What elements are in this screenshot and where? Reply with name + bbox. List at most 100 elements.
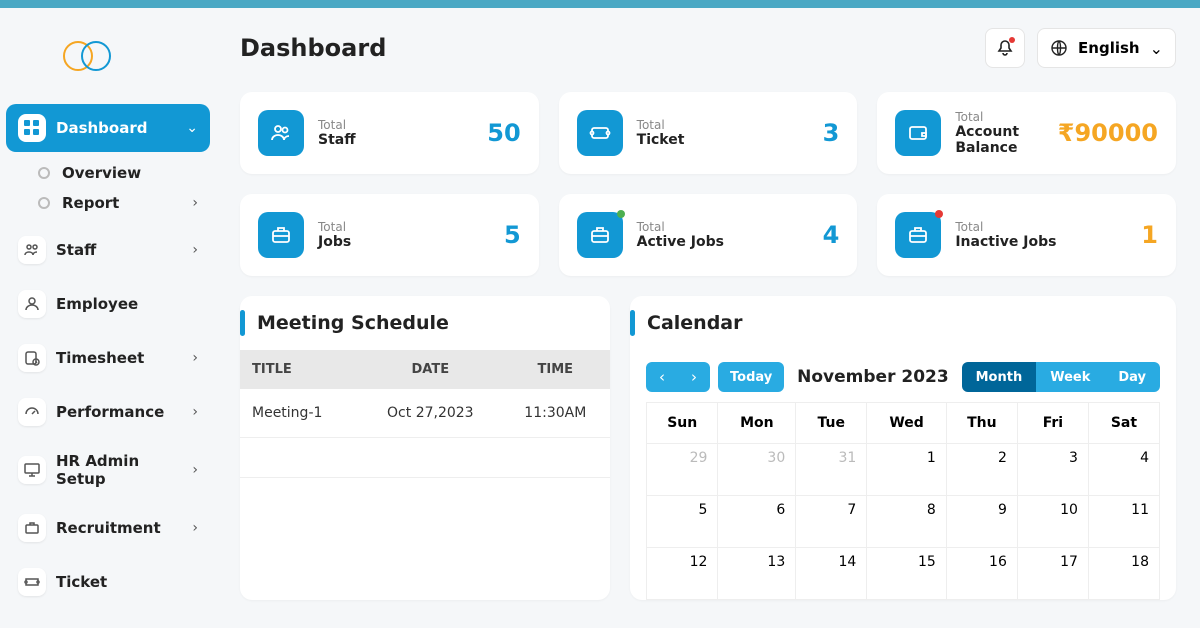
calendar-day-cell[interactable]: 14 [796, 548, 867, 600]
globe-icon [1050, 39, 1068, 57]
calendar-day-cell[interactable]: 15 [867, 548, 947, 600]
cell-title: Meeting-1 [240, 389, 360, 438]
calendar-weekday: Thu [946, 403, 1017, 444]
people-icon [258, 110, 304, 156]
sidebar-item-label: Recruitment [56, 519, 192, 537]
calendar-day-cell[interactable]: 13 [718, 548, 796, 600]
sidebar-item-timesheet[interactable]: Timesheet › [6, 334, 210, 382]
notification-dot [1009, 37, 1015, 43]
stat-value: 3 [823, 119, 840, 147]
panel-heading: Calendar [647, 312, 742, 334]
calendar-next-button[interactable]: › [678, 362, 710, 392]
calendar-day-cell[interactable]: 29 [647, 444, 718, 496]
sidebar-item-label: Performance [56, 403, 192, 421]
stat-label: Ticket [637, 132, 823, 148]
sidebar-item-hr-admin[interactable]: HR Admin Setup › [6, 442, 210, 498]
window-titlebar [0, 0, 1200, 8]
calendar-day-cell[interactable]: 11 [1088, 496, 1159, 548]
stat-small: Total [318, 220, 504, 234]
calendar-month-label: November 2023 [784, 367, 961, 387]
table-row[interactable]: Meeting-1 Oct 27,2023 11:30AM [240, 389, 610, 438]
status-dot-active [617, 210, 625, 218]
chevron-right-icon: › [192, 462, 198, 478]
language-label: English [1078, 39, 1140, 57]
radio-empty-icon [38, 197, 50, 209]
calendar-view-month[interactable]: Month [962, 362, 1037, 392]
cell-date: Oct 27,2023 [360, 389, 501, 438]
calendar-day-cell[interactable]: 2 [946, 444, 1017, 496]
calendar-day-cell[interactable]: 3 [1017, 444, 1088, 496]
calendar-day-cell[interactable]: 9 [946, 496, 1017, 548]
calendar-view-week[interactable]: Week [1036, 362, 1104, 392]
calendar-day-cell[interactable]: 6 [718, 496, 796, 548]
chevron-down-icon: ⌄ [186, 120, 198, 136]
dashboard-icon [18, 114, 46, 142]
sidebar-item-label: Employee [56, 295, 198, 313]
calendar-weekday: Tue [796, 403, 867, 444]
stat-value: 50 [487, 119, 520, 147]
stat-card-balance: TotalAccount Balance ₹90000 [877, 92, 1176, 174]
calendar-day-cell[interactable]: 10 [1017, 496, 1088, 548]
sidebar-item-staff[interactable]: Staff › [6, 226, 210, 274]
sidebar-item-ticket[interactable]: Ticket [6, 558, 210, 606]
stat-label: Inactive Jobs [955, 234, 1141, 250]
employee-icon [18, 290, 46, 318]
calendar-day-cell[interactable]: 5 [647, 496, 718, 548]
calendar-day-cell[interactable]: 8 [867, 496, 947, 548]
sidebar-item-label: Timesheet [56, 349, 192, 367]
calendar-day-cell[interactable]: 18 [1088, 548, 1159, 600]
cell-time: 11:30AM [501, 389, 610, 438]
language-selector[interactable]: English ⌄ [1037, 28, 1176, 68]
briefcase-icon [895, 212, 941, 258]
calendar-day-cell[interactable]: 4 [1088, 444, 1159, 496]
accent-bar [630, 310, 635, 336]
calendar-day-cell[interactable]: 12 [647, 548, 718, 600]
table-row [240, 438, 610, 478]
sidebar-item-recruitment[interactable]: Recruitment › [6, 504, 210, 552]
sidebar-sub-label: Report [62, 194, 192, 212]
stat-small: Total [955, 220, 1141, 234]
calendar-today-button[interactable]: Today [718, 362, 784, 392]
staff-icon [18, 236, 46, 264]
calendar-day-cell[interactable]: 17 [1017, 548, 1088, 600]
calendar-panel: Calendar ‹ › Today November 2023 Month [630, 296, 1176, 600]
timesheet-icon [18, 344, 46, 372]
sidebar-sub-label: Overview [62, 164, 198, 182]
stat-card-active-jobs: TotalActive Jobs 4 [559, 194, 858, 276]
calendar-day-cell[interactable]: 7 [796, 496, 867, 548]
col-title: TITLE [240, 350, 360, 389]
monitor-icon [18, 456, 46, 484]
stat-label: Jobs [318, 234, 504, 250]
stat-small: Total [637, 118, 823, 132]
notifications-button[interactable] [985, 28, 1025, 68]
sidebar-item-employee[interactable]: Employee [6, 280, 210, 328]
briefcase-icon [258, 212, 304, 258]
calendar-weekday: Fri [1017, 403, 1088, 444]
sidebar-item-label: Staff [56, 241, 192, 259]
accent-bar [240, 310, 245, 336]
sidebar-item-dashboard[interactable]: Dashboard ⌄ [6, 104, 210, 152]
stat-value: 4 [823, 221, 840, 249]
sidebar-item-performance[interactable]: Performance › [6, 388, 210, 436]
calendar-grid: SunMonTueWedThuFriSat 293031123456789101… [646, 402, 1160, 600]
calendar-day-cell[interactable]: 1 [867, 444, 947, 496]
calendar-view-day[interactable]: Day [1104, 362, 1160, 392]
main-content: Dashboard English ⌄ TotalStaff 50 TotalT… [216, 8, 1200, 628]
sidebar-item-label: HR Admin Setup [56, 452, 192, 488]
sidebar-item-label: Ticket [56, 573, 198, 591]
stat-value: 1 [1141, 221, 1158, 249]
stat-value: 5 [504, 221, 521, 249]
calendar-prev-button[interactable]: ‹ [646, 362, 678, 392]
calendar-day-cell[interactable]: 16 [946, 548, 1017, 600]
sidebar-sub-overview[interactable]: Overview [26, 158, 210, 188]
wallet-icon [895, 110, 941, 156]
ticket-icon [577, 110, 623, 156]
sidebar-sub-report[interactable]: Report › [26, 188, 210, 218]
calendar-day-cell[interactable]: 30 [718, 444, 796, 496]
calendar-weekday: Sun [647, 403, 718, 444]
ticket-icon [18, 568, 46, 596]
status-dot-inactive [935, 210, 943, 218]
chevron-right-icon: › [192, 242, 198, 258]
stat-label: Account Balance [955, 124, 1057, 156]
calendar-day-cell[interactable]: 31 [796, 444, 867, 496]
